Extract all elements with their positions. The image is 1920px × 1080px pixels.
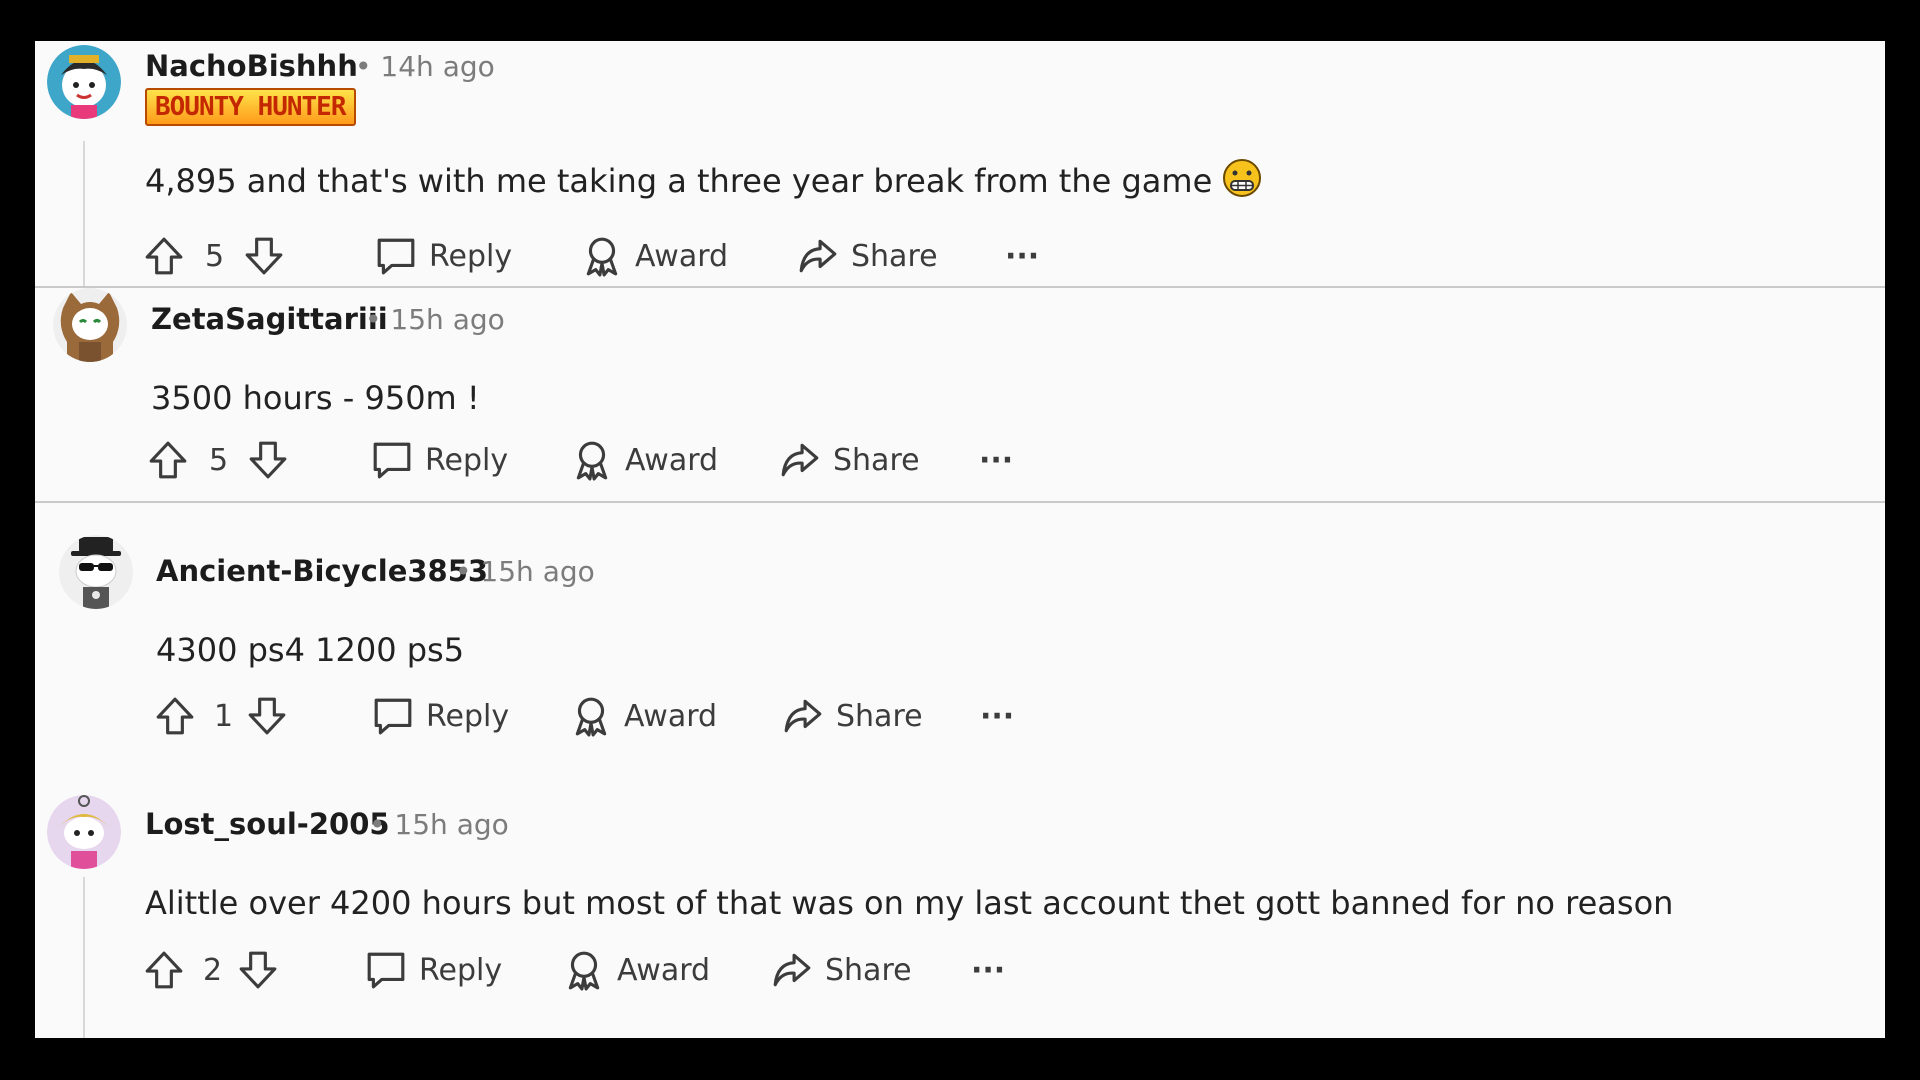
comment-text: 4,895 and that's with me taking a three … bbox=[145, 158, 1262, 200]
arrow-down-outline-icon bbox=[239, 951, 277, 989]
curved-arrow-share-icon bbox=[784, 699, 822, 733]
share-label: Share bbox=[825, 952, 912, 988]
upvote-button[interactable] bbox=[147, 435, 189, 485]
award-label: Award bbox=[624, 698, 718, 734]
avatar-icon bbox=[53, 288, 127, 362]
speech-bubble-icon bbox=[367, 952, 405, 989]
award-button[interactable]: Award bbox=[581, 231, 728, 281]
reply-button[interactable]: Reply bbox=[371, 435, 508, 485]
downvote-button[interactable] bbox=[243, 231, 285, 281]
user-avatar[interactable] bbox=[47, 795, 121, 869]
vote-count: 5 bbox=[205, 238, 225, 274]
username[interactable]: NachoBishhh bbox=[145, 49, 358, 83]
avatar-icon bbox=[47, 795, 121, 869]
comment-actions: 2 Reply Award Share ··· bbox=[143, 945, 1043, 995]
username[interactable]: ZetaSagittariii bbox=[151, 302, 388, 336]
user-avatar[interactable] bbox=[59, 535, 133, 609]
upvote-button[interactable] bbox=[143, 231, 185, 281]
vote-count: 1 bbox=[214, 698, 234, 734]
reply-label: Reply bbox=[419, 952, 503, 988]
vote-count: 2 bbox=[203, 952, 223, 988]
curved-arrow-share-icon bbox=[799, 239, 837, 273]
user-avatar[interactable] bbox=[47, 45, 121, 119]
share-label: Share bbox=[836, 698, 923, 734]
award-button[interactable]: Award bbox=[570, 691, 717, 741]
reply-button[interactable]: Reply bbox=[372, 691, 509, 741]
comment: Lost_soul-2005 • 15h ago Alittle over 42… bbox=[35, 785, 1885, 1038]
ribbon-award-icon bbox=[568, 951, 600, 991]
timestamp[interactable]: • 15h ago bbox=[369, 808, 509, 841]
award-button[interactable]: Award bbox=[571, 435, 718, 485]
award-label: Award bbox=[617, 952, 711, 988]
award-button[interactable]: Award bbox=[563, 945, 710, 995]
speech-bubble-icon bbox=[377, 238, 415, 275]
ribbon-award-icon bbox=[586, 237, 618, 277]
speech-bubble-icon bbox=[374, 698, 412, 735]
arrow-up-outline-icon bbox=[149, 441, 187, 479]
downvote-button[interactable] bbox=[237, 945, 279, 995]
timestamp[interactable]: • 14h ago bbox=[355, 50, 495, 83]
comments-panel: NachoBishhh • 14h ago BOUNTY HUNTER 4,89… bbox=[35, 41, 1885, 1038]
share-button[interactable]: Share bbox=[797, 231, 938, 281]
comment-actions: 5 Reply Award Share ··· bbox=[147, 435, 1047, 485]
more-options-button[interactable]: ··· bbox=[971, 945, 1005, 995]
arrow-down-outline-icon bbox=[249, 441, 287, 479]
thread-line[interactable] bbox=[83, 141, 85, 287]
more-options-button[interactable]: ··· bbox=[1005, 231, 1039, 281]
comment: ZetaSagittariii • 15h ago 3500 hours - 9… bbox=[35, 288, 1885, 501]
user-avatar[interactable] bbox=[53, 288, 127, 362]
reply-label: Reply bbox=[429, 238, 513, 274]
share-button[interactable]: Share bbox=[771, 945, 912, 995]
arrow-down-outline-icon bbox=[245, 237, 283, 275]
comment-text: 3500 hours - 950m ! bbox=[151, 379, 480, 417]
reply-label: Reply bbox=[426, 698, 510, 734]
grimacing-face-icon bbox=[1223, 159, 1262, 197]
arrow-down-outline-icon bbox=[248, 697, 286, 735]
arrow-up-outline-icon bbox=[156, 697, 194, 735]
comment-text: 4300 ps4 1200 ps5 bbox=[156, 631, 465, 669]
avatar-icon bbox=[47, 45, 121, 119]
username[interactable]: Lost_soul-2005 bbox=[145, 807, 390, 841]
reply-button[interactable]: Reply bbox=[375, 231, 512, 281]
ribbon-award-icon bbox=[576, 441, 608, 481]
username[interactable]: Ancient-Bicycle3853 bbox=[156, 554, 488, 588]
arrow-up-outline-icon bbox=[145, 951, 183, 989]
share-button[interactable]: Share bbox=[779, 435, 920, 485]
share-button[interactable]: Share bbox=[782, 691, 923, 741]
speech-bubble-icon bbox=[373, 442, 411, 479]
more-options-button[interactable]: ··· bbox=[979, 435, 1013, 485]
downvote-button[interactable] bbox=[246, 691, 288, 741]
ribbon-award-icon bbox=[575, 697, 607, 737]
timestamp[interactable]: • 15h ago bbox=[365, 303, 505, 336]
curved-arrow-share-icon bbox=[773, 953, 811, 987]
upvote-button[interactable] bbox=[154, 691, 196, 741]
comment-text: Alittle over 4200 hours but most of that… bbox=[145, 884, 1674, 922]
comment: Ancient-Bicycle3853 • 15h ago 4300 ps4 1… bbox=[35, 503, 1885, 785]
award-label: Award bbox=[635, 238, 729, 274]
thread-line[interactable] bbox=[83, 877, 85, 1038]
comment-actions: 5 Reply Award Share ··· bbox=[143, 231, 1043, 281]
timestamp[interactable]: • 15h ago bbox=[455, 555, 595, 588]
comment-actions: 1 Reply Award Share ··· bbox=[154, 691, 1054, 741]
share-label: Share bbox=[833, 442, 920, 478]
upvote-button[interactable] bbox=[143, 945, 185, 995]
avatar-icon bbox=[59, 535, 133, 609]
more-options-button[interactable]: ··· bbox=[980, 691, 1014, 741]
arrow-up-outline-icon bbox=[145, 237, 183, 275]
downvote-button[interactable] bbox=[247, 435, 289, 485]
share-label: Share bbox=[851, 238, 938, 274]
award-label: Award bbox=[625, 442, 719, 478]
user-flair-badge: BOUNTY HUNTER bbox=[145, 88, 356, 126]
curved-arrow-share-icon bbox=[781, 443, 819, 477]
reply-label: Reply bbox=[425, 442, 509, 478]
comment: NachoBishhh • 14h ago BOUNTY HUNTER 4,89… bbox=[35, 41, 1885, 287]
vote-count: 5 bbox=[209, 442, 229, 478]
reply-button[interactable]: Reply bbox=[365, 945, 502, 995]
comment-text-content: 4,895 and that's with me taking a three … bbox=[145, 162, 1213, 200]
